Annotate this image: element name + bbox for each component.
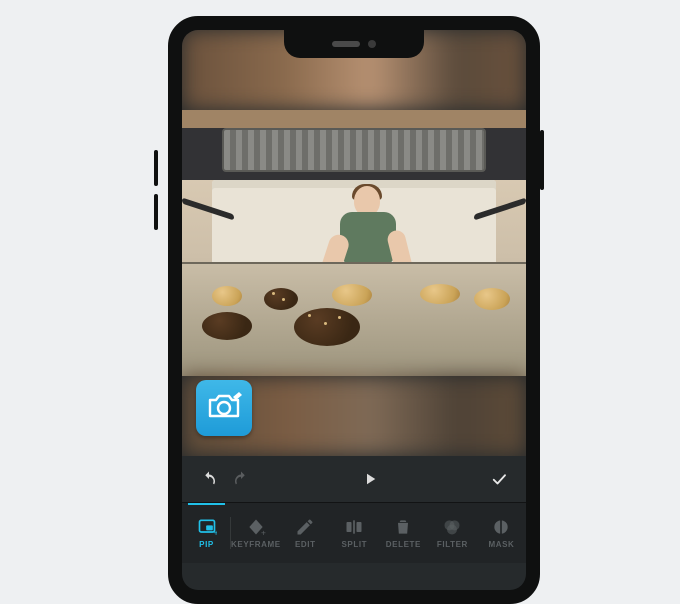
edit-icon	[295, 517, 315, 537]
cookie	[212, 286, 242, 306]
split-icon	[344, 517, 364, 537]
mask-icon	[491, 517, 511, 537]
tool-label: FILTER	[437, 540, 468, 549]
playback-bar	[182, 456, 526, 502]
cookie	[332, 284, 372, 306]
phone-volume-down	[154, 194, 158, 230]
tool-delete[interactable]: DELETE	[379, 503, 428, 563]
pip-icon: +	[197, 517, 217, 537]
confirm-button[interactable]	[490, 470, 508, 488]
tool-label: SPLIT	[341, 540, 367, 549]
tool-keyframe[interactable]: + KEYFRAME	[231, 503, 281, 563]
filter-icon	[442, 517, 462, 537]
edit-toolbar: + PIP + KEYFRAME EDIT SPLIT DELETE	[182, 502, 526, 563]
phone-power-button	[540, 130, 544, 190]
oven-ceiling	[222, 128, 486, 172]
undo-button[interactable]	[200, 470, 218, 488]
keyframe-icon: +	[246, 517, 266, 537]
app-screen: + PIP + KEYFRAME EDIT SPLIT DELETE	[182, 30, 526, 590]
cookie	[294, 308, 360, 346]
tool-label: PIP	[199, 540, 214, 549]
tool-label: KEYFRAME	[231, 540, 281, 549]
redo-button[interactable]	[232, 470, 250, 488]
phone-volume-up	[154, 150, 158, 186]
tool-mask[interactable]: MASK	[477, 503, 526, 563]
cookie	[264, 288, 298, 310]
tool-split[interactable]: SPLIT	[330, 503, 379, 563]
play-button[interactable]	[361, 470, 379, 488]
tool-label: EDIT	[295, 540, 316, 549]
svg-text:+: +	[261, 527, 266, 537]
tool-label: DELETE	[386, 540, 421, 549]
baking-tray	[182, 262, 526, 376]
tool-edit[interactable]: EDIT	[281, 503, 330, 563]
cookie	[474, 288, 510, 310]
front-camera	[368, 40, 376, 48]
phone-notch	[284, 30, 424, 58]
tool-pip[interactable]: + PIP	[182, 503, 231, 563]
camera-eraser-icon	[206, 391, 242, 426]
svg-text:+: +	[213, 527, 216, 537]
tool-label: MASK	[488, 540, 514, 549]
video-preview[interactable]	[182, 30, 526, 456]
watermark-badge[interactable]	[196, 380, 252, 436]
tool-filter[interactable]: FILTER	[428, 503, 477, 563]
phone-frame: + PIP + KEYFRAME EDIT SPLIT DELETE	[168, 16, 540, 604]
cookie	[202, 312, 252, 340]
speaker-grill	[332, 41, 360, 47]
delete-icon	[393, 517, 413, 537]
cookie	[420, 284, 460, 304]
preview-frame-image	[182, 110, 526, 376]
